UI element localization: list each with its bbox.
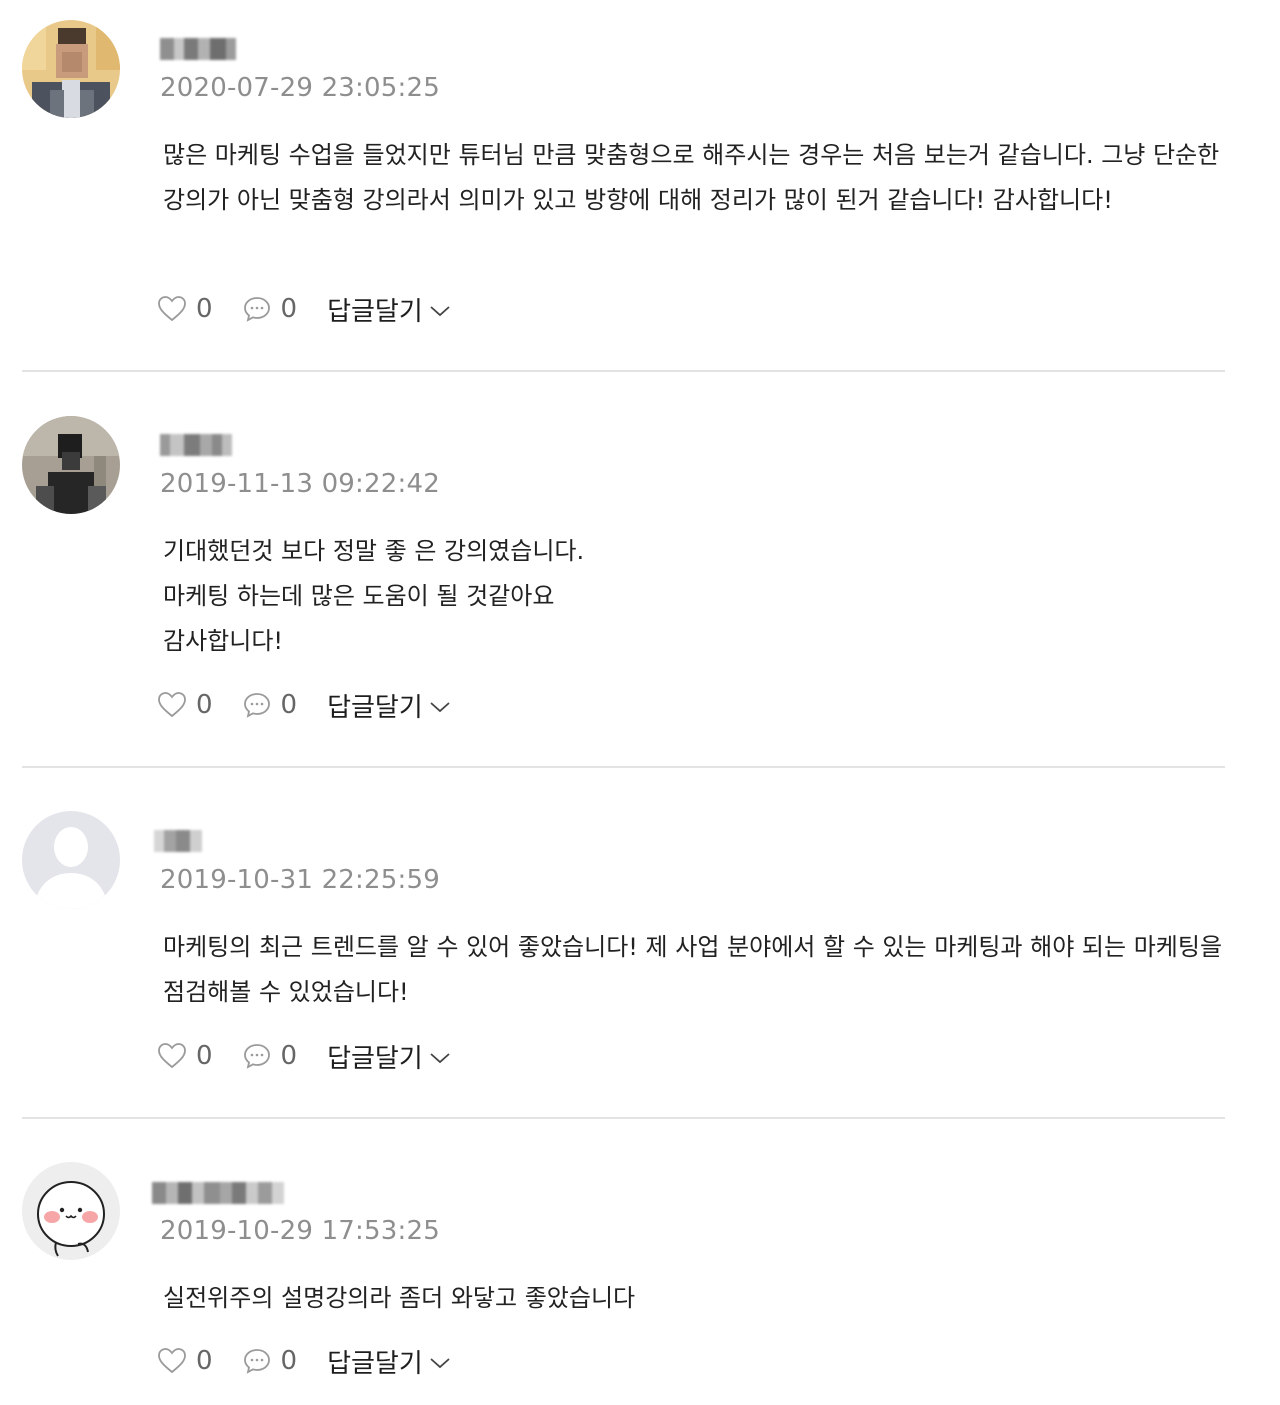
reply-count: 0 bbox=[280, 1041, 298, 1071]
author-name bbox=[160, 38, 236, 62]
like-count: 0 bbox=[196, 294, 213, 324]
reply-count: 0 bbox=[280, 1346, 298, 1376]
chevron-down-icon bbox=[430, 1358, 450, 1369]
reply-count: 0 bbox=[280, 690, 298, 720]
heart-icon bbox=[158, 296, 186, 322]
reply-label: 답글달기 bbox=[327, 296, 423, 327]
chevron-down-icon bbox=[430, 702, 450, 713]
comment-text: 마케팅의 최근 트렌드를 알 수 있어 좋았습니다! 제 사업 분야에서 할 수… bbox=[163, 933, 1230, 1006]
heart-icon bbox=[158, 1348, 186, 1374]
comment-actions: 0 0 답글달기 bbox=[158, 1038, 451, 1075]
comment-text: 많은 마케팅 수업을 들었지만 튜터님 만큼 맞춤형으로 해주시는 경우는 처음… bbox=[163, 141, 1227, 214]
chevron-down-icon bbox=[430, 306, 450, 317]
user-photo-avatar[interactable] bbox=[22, 20, 120, 118]
heart-icon bbox=[158, 692, 186, 718]
like-count: 0 bbox=[196, 1346, 213, 1376]
like-count: 0 bbox=[196, 1041, 213, 1071]
comment-timestamp: 2020-07-29 23:05:25 bbox=[160, 73, 440, 103]
like-button[interactable]: 0 bbox=[158, 1346, 213, 1376]
speech-bubble-icon bbox=[243, 1044, 270, 1069]
reply-toggle-button[interactable]: 답글달기 bbox=[327, 1038, 451, 1075]
comment-timestamp: 2019-10-31 22:25:59 bbox=[160, 865, 440, 895]
reply-count: 0 bbox=[280, 294, 298, 324]
reply-toggle-button[interactable]: 답글달기 bbox=[327, 291, 451, 328]
reply-count-button[interactable]: 0 bbox=[243, 1041, 298, 1071]
comment-divider bbox=[22, 370, 1225, 372]
reply-toggle-button[interactable]: 답글달기 bbox=[327, 1343, 451, 1380]
user-photo-avatar[interactable] bbox=[22, 416, 120, 514]
author-name bbox=[152, 1182, 284, 1206]
comment-text: 실전위주의 설명강의라 좀더 와닿고 좋았습니다 bbox=[163, 1284, 636, 1312]
reply-label: 답글달기 bbox=[327, 1348, 423, 1379]
heart-icon bbox=[158, 1043, 186, 1069]
comment-actions: 0 0 답글달기 bbox=[158, 291, 451, 328]
comment-actions: 0 0 답글달기 bbox=[158, 687, 451, 724]
author-name bbox=[160, 434, 232, 458]
speech-bubble-icon bbox=[243, 693, 270, 718]
reply-label: 답글달기 bbox=[327, 1043, 423, 1074]
comment-divider bbox=[22, 766, 1225, 768]
cartoon-character-avatar[interactable] bbox=[22, 1162, 120, 1260]
reply-count-button[interactable]: 0 bbox=[243, 1346, 298, 1376]
reply-toggle-button[interactable]: 답글달기 bbox=[327, 687, 451, 724]
comment-text: 기대했던것 보다 정말 좋 은 강의였습니다. 마케팅 하는데 많은 도움이 될… bbox=[163, 537, 585, 655]
comment-timestamp: 2019-10-29 17:53:25 bbox=[160, 1216, 440, 1246]
reply-label: 답글달기 bbox=[327, 692, 423, 723]
default-user-avatar[interactable] bbox=[22, 811, 120, 909]
comment-actions: 0 0 답글달기 bbox=[158, 1343, 451, 1380]
comment-divider bbox=[22, 1117, 1225, 1119]
speech-bubble-icon bbox=[243, 1349, 270, 1374]
author-name bbox=[154, 830, 202, 854]
comment-timestamp: 2019-11-13 09:22:42 bbox=[160, 469, 440, 499]
chevron-down-icon bbox=[430, 1053, 450, 1064]
reply-count-button[interactable]: 0 bbox=[243, 294, 298, 324]
like-button[interactable]: 0 bbox=[158, 1041, 213, 1071]
speech-bubble-icon bbox=[243, 297, 270, 322]
like-button[interactable]: 0 bbox=[158, 294, 213, 324]
like-count: 0 bbox=[196, 690, 213, 720]
like-button[interactable]: 0 bbox=[158, 690, 213, 720]
reply-count-button[interactable]: 0 bbox=[243, 690, 298, 720]
